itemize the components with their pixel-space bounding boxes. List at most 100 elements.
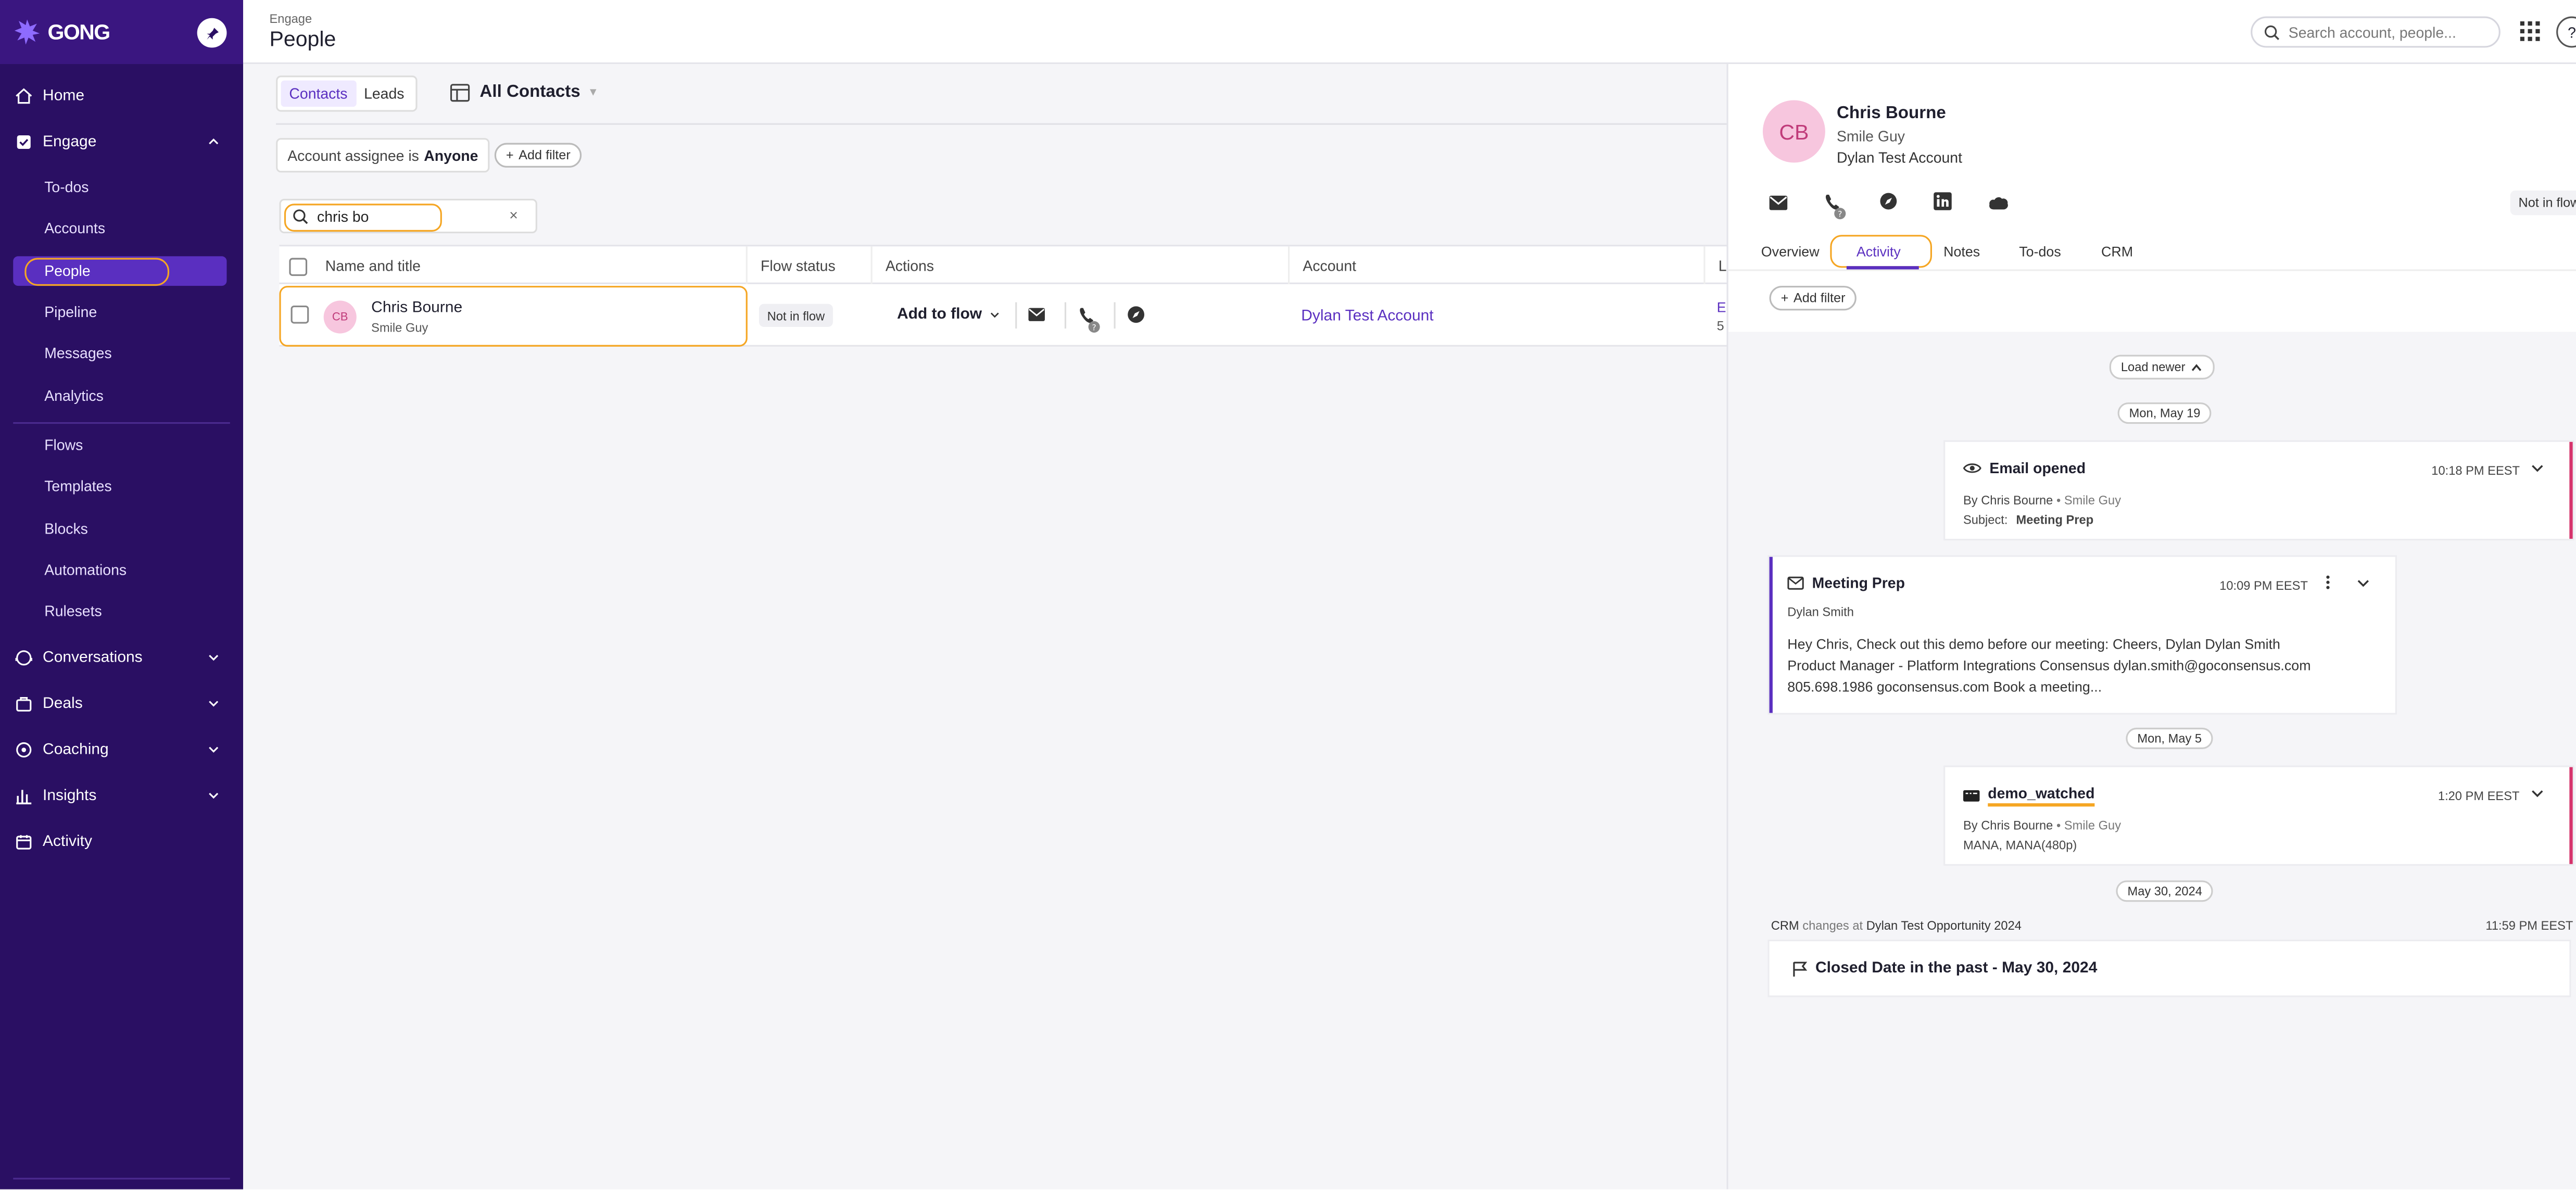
card-title: Email opened — [1963, 460, 2086, 476]
sidebar-item-messages[interactable]: Messages — [13, 338, 226, 368]
sidebar-item-templates[interactable]: Templates — [13, 472, 226, 501]
add-filter-button[interactable]: + Add filter — [494, 143, 582, 168]
column-name-and-title[interactable]: Name and title — [312, 246, 748, 286]
add-to-flow-label: Add to flow — [896, 305, 982, 324]
logo-bar: GONG — [0, 0, 244, 65]
linkedin-icon[interactable] — [1934, 192, 1952, 210]
sidebar-item-flows[interactable]: Flows — [13, 431, 226, 460]
people-main: Contacts Leads All Contacts ▾ Account as… — [243, 64, 1727, 1189]
logo-text: GONG — [47, 19, 111, 45]
last-cell-line1[interactable]: E — [1717, 299, 1726, 315]
sidebar-item-label: Analytics — [44, 387, 104, 404]
sidebar-item-label: Blocks — [44, 521, 88, 537]
tab-activity[interactable]: Activity — [1857, 243, 1901, 260]
insights-icon — [13, 786, 33, 806]
sidebar-item-automations[interactable]: Automations — [13, 555, 226, 585]
card-time: 10:09 PM EEST — [2219, 578, 2308, 593]
global-search-input[interactable]: Search account, people... — [2251, 16, 2501, 48]
table-row[interactable]: CB Chris Bourne Smile Guy Not in flow Ad… — [279, 284, 1727, 347]
phone-icon[interactable]: ? — [1824, 192, 1847, 220]
sidebar-item-label: Coaching — [43, 741, 109, 759]
clear-search-icon[interactable]: × — [509, 207, 518, 224]
email-icon[interactable] — [1769, 195, 1788, 210]
tab-notes[interactable]: Notes — [1943, 243, 1980, 260]
sidebar-item-label: Rulesets — [44, 603, 102, 619]
crm-change-text: Closed Date in the past - May 30, 2024 — [1815, 959, 2098, 978]
load-newer-button[interactable]: Load newer — [2109, 355, 2215, 379]
email-opened-card[interactable]: Email opened 10:18 PM EEST By Chris Bour… — [1945, 441, 2573, 539]
activity-icon — [13, 832, 33, 852]
sidebar-item-rulesets[interactable]: Rulesets — [13, 596, 226, 626]
sidebar-item-label: Flows — [44, 437, 83, 453]
sidebar-item-blocks[interactable]: Blocks — [13, 514, 226, 544]
chevron-down-icon — [207, 742, 220, 755]
assignee-filter-chip[interactable]: Account assignee is Anyone — [276, 138, 490, 173]
card-time: 10:18 PM EEST — [2431, 463, 2520, 478]
sidebar-item-activity[interactable]: Activity — [13, 826, 230, 857]
video-icon — [1963, 790, 1980, 802]
salesforce-icon[interactable] — [1988, 196, 2009, 210]
avatar: CB — [323, 300, 357, 334]
sidebar-item-label: Automations — [44, 562, 127, 578]
top-header: Engage People Search account, people... … — [243, 0, 2576, 65]
sidebar-item-insights[interactable]: Insights — [13, 780, 230, 812]
demo-watched-card[interactable]: demo_watched 1:20 PM EEST By Chris Bourn… — [1945, 767, 2573, 864]
more-options-icon[interactable] — [2325, 575, 2331, 589]
divider — [276, 123, 1727, 125]
email-sent-card[interactable]: Meeting Prep 10:09 PM EEST Dylan Smith H… — [1769, 556, 2395, 713]
crm-target[interactable]: Dylan Test Opportunity 2024 — [1866, 918, 2022, 933]
panel-person-name: Chris Bourne — [1836, 103, 1946, 123]
view-selector[interactable]: All Contacts ▾ — [450, 82, 596, 102]
sidebar-item-engage[interactable]: Engage — [13, 126, 230, 158]
add-filter-button[interactable]: + Add filter — [1769, 286, 1857, 311]
select-all-checkbox[interactable] — [289, 257, 308, 275]
column-account[interactable]: Account — [1290, 246, 1706, 286]
svg-text:?: ? — [1092, 322, 1096, 332]
panel-account[interactable]: Dylan Test Account — [1837, 149, 1962, 166]
account-link[interactable]: Dylan Test Account — [1301, 307, 1433, 325]
people-search-input[interactable]: chris bo × — [279, 198, 537, 234]
author-name: Chris Bourne — [1981, 492, 2053, 508]
row-checkbox[interactable] — [291, 305, 309, 324]
sidebar-item-to-dos[interactable]: To-dos — [13, 172, 226, 202]
toggle-leads[interactable]: Leads — [356, 81, 412, 107]
crm-change-card[interactable]: Closed Date in the past - May 30, 2024 — [1769, 941, 2570, 996]
pin-sidebar-button[interactable] — [197, 18, 227, 48]
compass-icon[interactable] — [1127, 306, 1145, 324]
tab-to-dos[interactable]: To-dos — [2019, 243, 2061, 260]
breadcrumb[interactable]: Engage — [270, 11, 312, 26]
toggle-contacts[interactable]: Contacts — [281, 80, 356, 107]
help-icon[interactable]: ? — [2556, 16, 2576, 48]
sidebar-item-pipeline[interactable]: Pipeline — [13, 297, 226, 327]
phone-icon[interactable]: ? — [1078, 306, 1101, 334]
view-name: All Contacts — [479, 82, 580, 102]
sidebar-item-conversations[interactable]: Conversations — [13, 642, 230, 674]
person-title: Smile Guy — [371, 320, 428, 335]
add-to-flow-button[interactable]: Add to flow — [897, 306, 1000, 324]
sidebar-item-label: Messages — [44, 345, 112, 362]
email-preview: Hey Chris, Check out this demo before ou… — [1787, 634, 2310, 698]
sidebar-item-label: Engage — [43, 133, 97, 151]
chevron-down-icon[interactable] — [2530, 462, 2545, 475]
apps-grid-icon[interactable] — [2520, 21, 2540, 41]
sidebar-item-deals[interactable]: Deals — [13, 688, 230, 719]
tab-overview[interactable]: Overview — [1761, 243, 1820, 260]
meeting-prep-title: Meeting Prep — [1812, 575, 1905, 592]
date-separator: Mon, May 19 — [2117, 402, 2212, 424]
sidebar-item-accounts[interactable]: Accounts — [13, 213, 226, 243]
divider — [1114, 302, 1116, 329]
sidebar-item-coaching[interactable]: Coaching — [13, 735, 230, 766]
chevron-down-icon[interactable] — [2530, 787, 2545, 800]
gong-logo[interactable]: GONG — [13, 18, 111, 46]
email-icon[interactable] — [1028, 307, 1045, 322]
chevron-down-icon[interactable] — [2356, 577, 2370, 590]
filter-value: Anyone — [424, 147, 478, 163]
person-name[interactable]: Chris Bourne — [371, 299, 462, 317]
by-prefix: By — [1963, 492, 1978, 508]
tab-crm[interactable]: CRM — [2101, 243, 2133, 260]
column-flow-status[interactable]: Flow status — [748, 246, 873, 286]
compass-icon[interactable] — [1879, 192, 1898, 210]
column-last[interactable]: L — [1706, 246, 1727, 286]
sidebar-item-analytics[interactable]: Analytics — [13, 381, 226, 411]
sidebar-item-home[interactable]: Home — [13, 81, 230, 112]
